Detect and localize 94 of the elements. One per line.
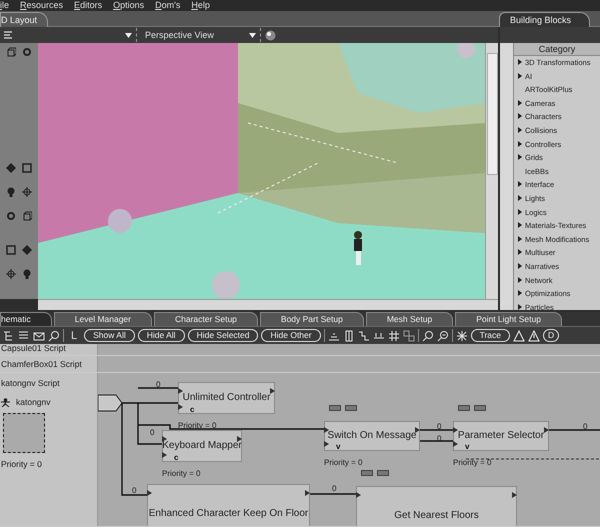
input-port-icon[interactable] (356, 492, 361, 498)
priority-label: Priority = 0 (178, 420, 216, 432)
priority-label: Priority = 0 (324, 457, 362, 469)
menu-item[interactable]: Resources (20, 0, 74, 11)
diamond-icon[interactable] (22, 245, 32, 255)
column-header[interactable]: Category (514, 43, 600, 56)
input-port-icon[interactable] (324, 441, 329, 447)
menu-item[interactable]: Options (113, 0, 156, 11)
editor-tab[interactable]: Body Part Setup (260, 312, 364, 326)
editor-tab[interactable]: Character Setup (154, 312, 258, 326)
output-port-icon[interactable] (305, 490, 310, 496)
input-port-icon[interactable] (453, 441, 458, 447)
editor-tab[interactable]: Point Light Setup (455, 312, 562, 326)
link-label: 0 (437, 421, 442, 433)
step-icon[interactable] (358, 330, 370, 342)
input-port-icon[interactable] (324, 427, 329, 433)
toolbar-button[interactable]: D (543, 329, 560, 342)
link-label: 0 (332, 483, 336, 495)
cube-icon[interactable] (22, 211, 32, 221)
block-marker: c (174, 452, 178, 464)
list-icon[interactable] (4, 30, 12, 40)
editor-tab[interactable]: Mesh Setup (366, 312, 454, 326)
behavior-block[interactable]: Enhanced Character Keep On Floor (147, 484, 310, 526)
input-port-icon[interactable] (162, 452, 167, 458)
panel-tab[interactable]: Building Blocks (498, 12, 590, 27)
input-port-icon[interactable] (453, 427, 458, 433)
priority-label: Priority = 0 (453, 457, 492, 469)
square-icon[interactable] (22, 163, 32, 173)
caret-icon[interactable] (249, 32, 256, 38)
input-port-icon[interactable] (162, 436, 167, 442)
output-port-icon[interactable] (270, 388, 275, 394)
link-label: 0 (132, 485, 136, 497)
link-line (549, 429, 600, 431)
diamond-icon[interactable] (6, 163, 16, 173)
object-placeholder (3, 413, 45, 453)
link-line (420, 429, 453, 431)
vertical-scrollbar[interactable] (500, 43, 514, 310)
menu-item[interactable]: Dom's (155, 0, 192, 11)
editor-tab[interactable]: hematic (0, 312, 52, 326)
block-marker: c (190, 404, 194, 416)
light-bulb-icon[interactable] (6, 187, 16, 197)
person-icon[interactable] (1, 398, 10, 406)
sparkle-icon[interactable] (456, 330, 468, 342)
toolbar-button[interactable]: Hide Other (261, 329, 321, 342)
input-port-icon[interactable] (178, 404, 183, 410)
zoom-out-icon[interactable] (436, 330, 449, 342)
block-marker: v (336, 441, 340, 453)
output-port-icon[interactable] (415, 427, 420, 433)
output-port-icon[interactable] (512, 492, 517, 498)
column-icon[interactable] (342, 330, 355, 342)
priority-label: Priority = 0 (162, 468, 200, 480)
search-icon[interactable] (48, 330, 60, 342)
link-label: 0 (150, 427, 154, 439)
light-bulb-icon[interactable] (22, 269, 32, 279)
crosshair-icon[interactable] (6, 269, 16, 279)
link-label: 0 (156, 379, 160, 391)
zoom-in-icon[interactable] (422, 330, 434, 342)
link-label: 0 (583, 421, 588, 433)
link-line (420, 440, 453, 442)
warning-icon[interactable] (528, 330, 540, 342)
view-letter: L (71, 330, 78, 342)
toolbar-button[interactable]: Hide Selected (188, 329, 258, 342)
behavior-block[interactable]: Get Nearest Floors (356, 486, 517, 526)
blocks-icon[interactable] (402, 330, 415, 342)
list-icon[interactable] (18, 330, 30, 342)
caret-icon[interactable] (125, 32, 132, 38)
object-name: katongnv (16, 396, 50, 409)
envelope-icon[interactable] (33, 330, 45, 342)
input-port-icon[interactable] (178, 388, 183, 394)
editor-tab[interactable]: Level Manager (54, 312, 152, 326)
script-name[interactable]: katongnv Script (1, 375, 97, 391)
crosshair-icon[interactable] (22, 187, 32, 197)
triangle-icon[interactable] (513, 330, 526, 342)
toolbar-button[interactable]: Hide All (138, 329, 185, 342)
priority-label: Priority = 0 (1, 458, 43, 471)
input-port-icon[interactable] (147, 490, 152, 496)
square-icon[interactable] (6, 245, 16, 255)
output-port-icon[interactable] (544, 427, 549, 433)
hierarchy-icon[interactable] (3, 330, 15, 342)
menu-item[interactable]: Editors (74, 0, 114, 11)
sphere-icon[interactable] (265, 30, 276, 40)
output-port-icon[interactable] (237, 436, 242, 442)
link-line (310, 493, 356, 495)
toolbar-button[interactable]: Show All (84, 329, 135, 342)
link-line (138, 387, 178, 389)
grid-icon[interactable] (388, 330, 400, 342)
trace-button[interactable]: Trace (470, 329, 510, 342)
cube-icon[interactable] (6, 47, 16, 57)
vertical-scrollbar[interactable] (485, 43, 498, 299)
menu-item[interactable]: ile (0, 0, 20, 11)
block-marker: v (465, 441, 470, 453)
panel-tab[interactable]: D Layout (0, 12, 48, 27)
menu-item[interactable]: Help (191, 0, 221, 11)
horizontal-scrollbar[interactable] (38, 299, 498, 310)
